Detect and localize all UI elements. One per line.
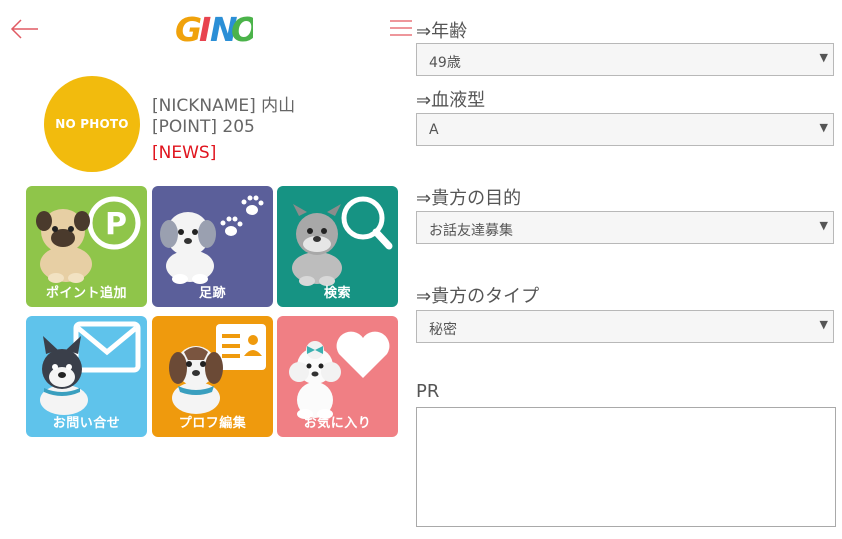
dropdown-arrow-icon: ▼ <box>819 318 828 331</box>
paw-print-icon <box>220 195 264 236</box>
svg-text:O: O <box>231 10 253 49</box>
pr-textarea[interactable] <box>416 407 836 527</box>
profile-card-icon <box>216 324 266 370</box>
tile-label: プロフ編集 <box>178 416 247 431</box>
tile-contact[interactable]: お問い合せ <box>26 316 147 437</box>
blood-type-select[interactable]: A ▼ <box>416 113 834 146</box>
age-label: ⇒年齢 <box>416 21 468 42</box>
pr-label: PR <box>416 381 440 402</box>
type-select[interactable]: 秘密 ▼ <box>416 310 834 343</box>
magnifier-icon <box>341 196 393 250</box>
type-select-value: 秘密 <box>429 322 457 338</box>
tile-profile-edit[interactable]: プロフ編集 <box>152 316 273 437</box>
blood-type-label: ⇒血液型 <box>416 90 486 111</box>
tile-label: ポイント追加 <box>45 286 127 301</box>
mail-icon <box>73 321 141 373</box>
tile-add-points[interactable]: P ポイント追加 <box>26 186 147 307</box>
back-arrow-icon[interactable] <box>10 18 40 40</box>
tile-footprints[interactable]: 足跡 <box>152 186 273 307</box>
tile-label: お問い合せ <box>52 416 121 431</box>
tile-search[interactable]: 検索 <box>277 186 398 307</box>
app-logo: G I N O <box>173 6 259 50</box>
point-text: [POINT] 205 <box>152 117 255 137</box>
tile-label: 検索 <box>323 286 351 301</box>
purpose-select[interactable]: お話友達募集 ▼ <box>416 211 834 244</box>
heart-icon <box>336 331 390 378</box>
dropdown-arrow-icon: ▼ <box>819 121 828 134</box>
dropdown-arrow-icon: ▼ <box>819 219 828 232</box>
purpose-label: ⇒貴方の目的 <box>416 188 522 209</box>
purpose-select-value: お話友達募集 <box>429 223 513 239</box>
nickname-text: [NICKNAME] 内山 <box>152 96 296 116</box>
svg-text:P: P <box>105 207 127 242</box>
news-link[interactable]: [NEWS] <box>152 143 216 163</box>
tile-favorites[interactable]: お気に入り <box>277 316 398 437</box>
avatar: NO PHOTO <box>44 76 140 172</box>
tile-label: お気に入り <box>303 416 372 431</box>
hamburger-menu-icon[interactable] <box>389 17 413 39</box>
avatar-text: NO PHOTO <box>55 117 129 131</box>
age-select[interactable]: 49歳 ▼ <box>416 43 834 76</box>
blood-type-select-value: A <box>429 122 439 138</box>
age-select-value: 49歳 <box>429 55 461 71</box>
type-label: ⇒貴方のタイプ <box>416 286 540 307</box>
dropdown-arrow-icon: ▼ <box>819 51 828 64</box>
tile-label: 足跡 <box>198 286 226 301</box>
